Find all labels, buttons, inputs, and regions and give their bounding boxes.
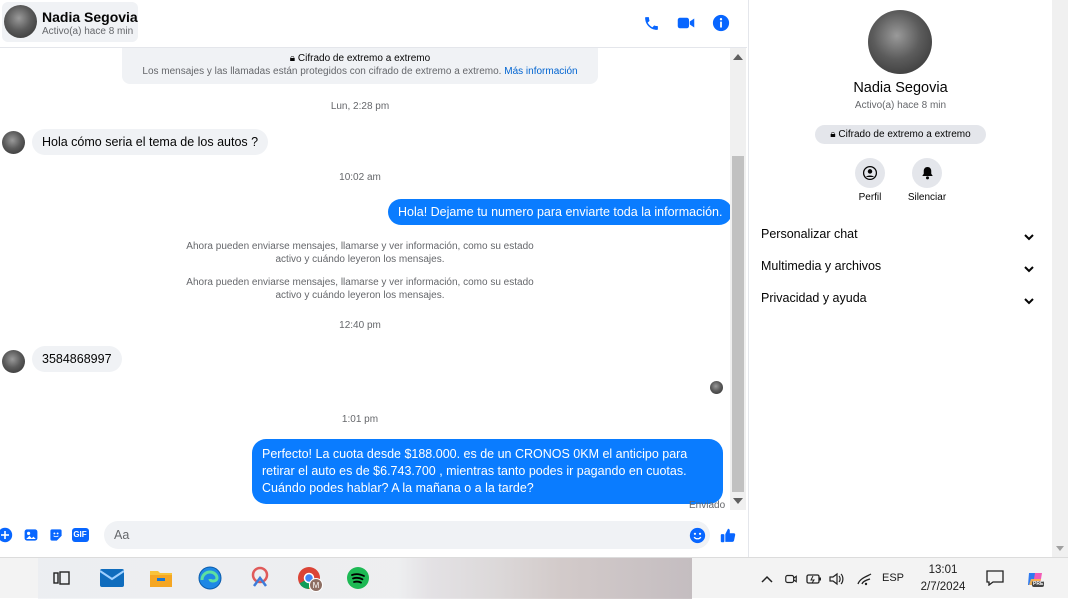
outgoing-message[interactable]: Perfecto! La cuota desde $188.000. es de… xyxy=(252,439,723,504)
timestamp: Lun, 2:28 pm xyxy=(330,101,390,112)
gif-icon[interactable]: GIF xyxy=(71,526,89,544)
windows-taskbar: M ESP 13:01 2/7/2024 PRE xyxy=(0,557,1068,599)
copilot-badge: PRE xyxy=(1032,581,1045,587)
chevron-down-icon xyxy=(1024,234,1034,241)
clock-date[interactable]: 2/7/2024 xyxy=(915,581,971,593)
image-icon[interactable] xyxy=(22,526,40,544)
e2e-badge[interactable]: 🔒︎ Cifrado de extremo a extremo xyxy=(815,125,986,144)
gif-label: GIF xyxy=(71,528,89,542)
conversation-info-panel: Nadia Segovia Activo(a) hace 8 min 🔒︎ Ci… xyxy=(748,0,1051,557)
wifi-icon[interactable] xyxy=(856,571,872,587)
section-personalize-chat[interactable]: Personalizar chat xyxy=(761,227,1041,251)
chrome-icon[interactable]: M xyxy=(297,566,323,592)
contact-name: Nadia Segovia xyxy=(42,9,138,25)
video-camera-icon[interactable] xyxy=(675,12,697,34)
scroll-down-arrow-icon[interactable] xyxy=(733,498,743,504)
contact-status: Activo(a) hace 8 min xyxy=(42,26,134,37)
sticker-icon[interactable] xyxy=(47,526,65,544)
message-composer: GIF xyxy=(0,516,747,556)
file-explorer-icon[interactable] xyxy=(149,566,173,590)
message-avatar xyxy=(2,131,25,154)
chevron-down-icon xyxy=(1024,266,1034,273)
timestamp: 10:02 am xyxy=(339,172,381,183)
more-info-link[interactable]: Más información xyxy=(504,66,577,77)
profile-avatar[interactable] xyxy=(868,10,932,74)
lock-icon: 🔒︎ xyxy=(830,129,836,140)
plus-circle-icon[interactable] xyxy=(0,526,14,544)
contact-avatar xyxy=(4,5,37,38)
bell-icon xyxy=(921,167,933,180)
chevron-down-icon xyxy=(1024,298,1034,305)
read-receipt-avatar xyxy=(710,381,723,394)
message-avatar xyxy=(2,350,25,373)
sent-status: Enviado xyxy=(689,500,726,511)
message-scrollbar[interactable] xyxy=(730,48,746,510)
notification-icon[interactable] xyxy=(986,569,1004,587)
message-list: 🔒︎ Cifrado de extremo a extremo Los mens… xyxy=(0,48,730,516)
system-message: Ahora pueden enviarse mensajes, llamarse… xyxy=(186,241,534,265)
phone-icon[interactable] xyxy=(640,12,662,34)
chat-header: Nadia Segovia Activo(a) hace 8 min xyxy=(0,0,747,48)
snipping-tool-icon[interactable] xyxy=(248,566,272,590)
mute-button[interactable] xyxy=(912,158,942,188)
meet-now-icon[interactable] xyxy=(783,571,799,587)
profile-icon xyxy=(862,165,878,181)
encryption-notice: 🔒︎ Cifrado de extremo a extremo Los mens… xyxy=(122,48,598,84)
timestamp: 1:01 pm xyxy=(341,414,379,425)
spotify-icon[interactable] xyxy=(346,566,370,590)
chat-pane: Nadia Segovia Activo(a) hace 8 min 🔒︎ Ci… xyxy=(0,0,747,557)
copilot-icon[interactable]: PRE xyxy=(1024,568,1046,590)
incoming-message[interactable]: Hola cómo seria el tema de los autos ? xyxy=(32,129,269,155)
mute-label: Silenciar xyxy=(907,192,947,203)
thumbs-up-icon[interactable] xyxy=(719,526,737,544)
input-language[interactable]: ESP xyxy=(882,572,904,584)
profile-label: Perfil xyxy=(858,192,882,203)
battery-icon[interactable] xyxy=(806,571,822,587)
chrome-profile-badge: M xyxy=(309,578,323,592)
volume-icon[interactable] xyxy=(829,571,845,587)
clock-time[interactable]: 13:01 xyxy=(915,564,971,576)
task-view-icon[interactable] xyxy=(50,566,74,590)
lock-icon: 🔒︎ xyxy=(289,53,296,64)
encryption-title: Cifrado de extremo a extremo xyxy=(297,53,431,64)
message-input[interactable] xyxy=(104,521,710,549)
scroll-down-arrow-icon[interactable] xyxy=(1056,546,1064,551)
section-media-files[interactable]: Multimedia y archivos xyxy=(761,259,1041,283)
chevron-up-icon[interactable] xyxy=(759,571,775,587)
info-icon[interactable] xyxy=(710,12,732,34)
edge-icon[interactable] xyxy=(198,566,222,590)
info-contact-status: Activo(a) hace 8 min xyxy=(854,100,947,111)
contact-header-button[interactable]: Nadia Segovia Activo(a) hace 8 min xyxy=(2,2,138,42)
page-scrollbar[interactable] xyxy=(1052,0,1068,557)
section-privacy-help[interactable]: Privacidad y ayuda xyxy=(761,291,1041,315)
scrollbar-thumb[interactable] xyxy=(732,156,744,492)
info-contact-name: Nadia Segovia xyxy=(853,80,948,96)
incoming-message[interactable]: 3584868997 xyxy=(32,346,122,372)
system-message: Ahora pueden enviarse mensajes, llamarse… xyxy=(186,277,534,301)
mail-icon[interactable] xyxy=(100,566,124,590)
e2e-label: Cifrado de extremo a extremo xyxy=(838,129,971,140)
timestamp: 12:40 pm xyxy=(339,320,381,331)
emoji-icon[interactable] xyxy=(688,526,706,544)
outgoing-message[interactable]: Hola! Dejame tu numero para enviarte tod… xyxy=(388,199,730,225)
profile-button[interactable] xyxy=(855,158,885,188)
scroll-up-arrow-icon[interactable] xyxy=(733,54,743,60)
encryption-text: Los mensajes y las llamadas están proteg… xyxy=(142,66,502,77)
